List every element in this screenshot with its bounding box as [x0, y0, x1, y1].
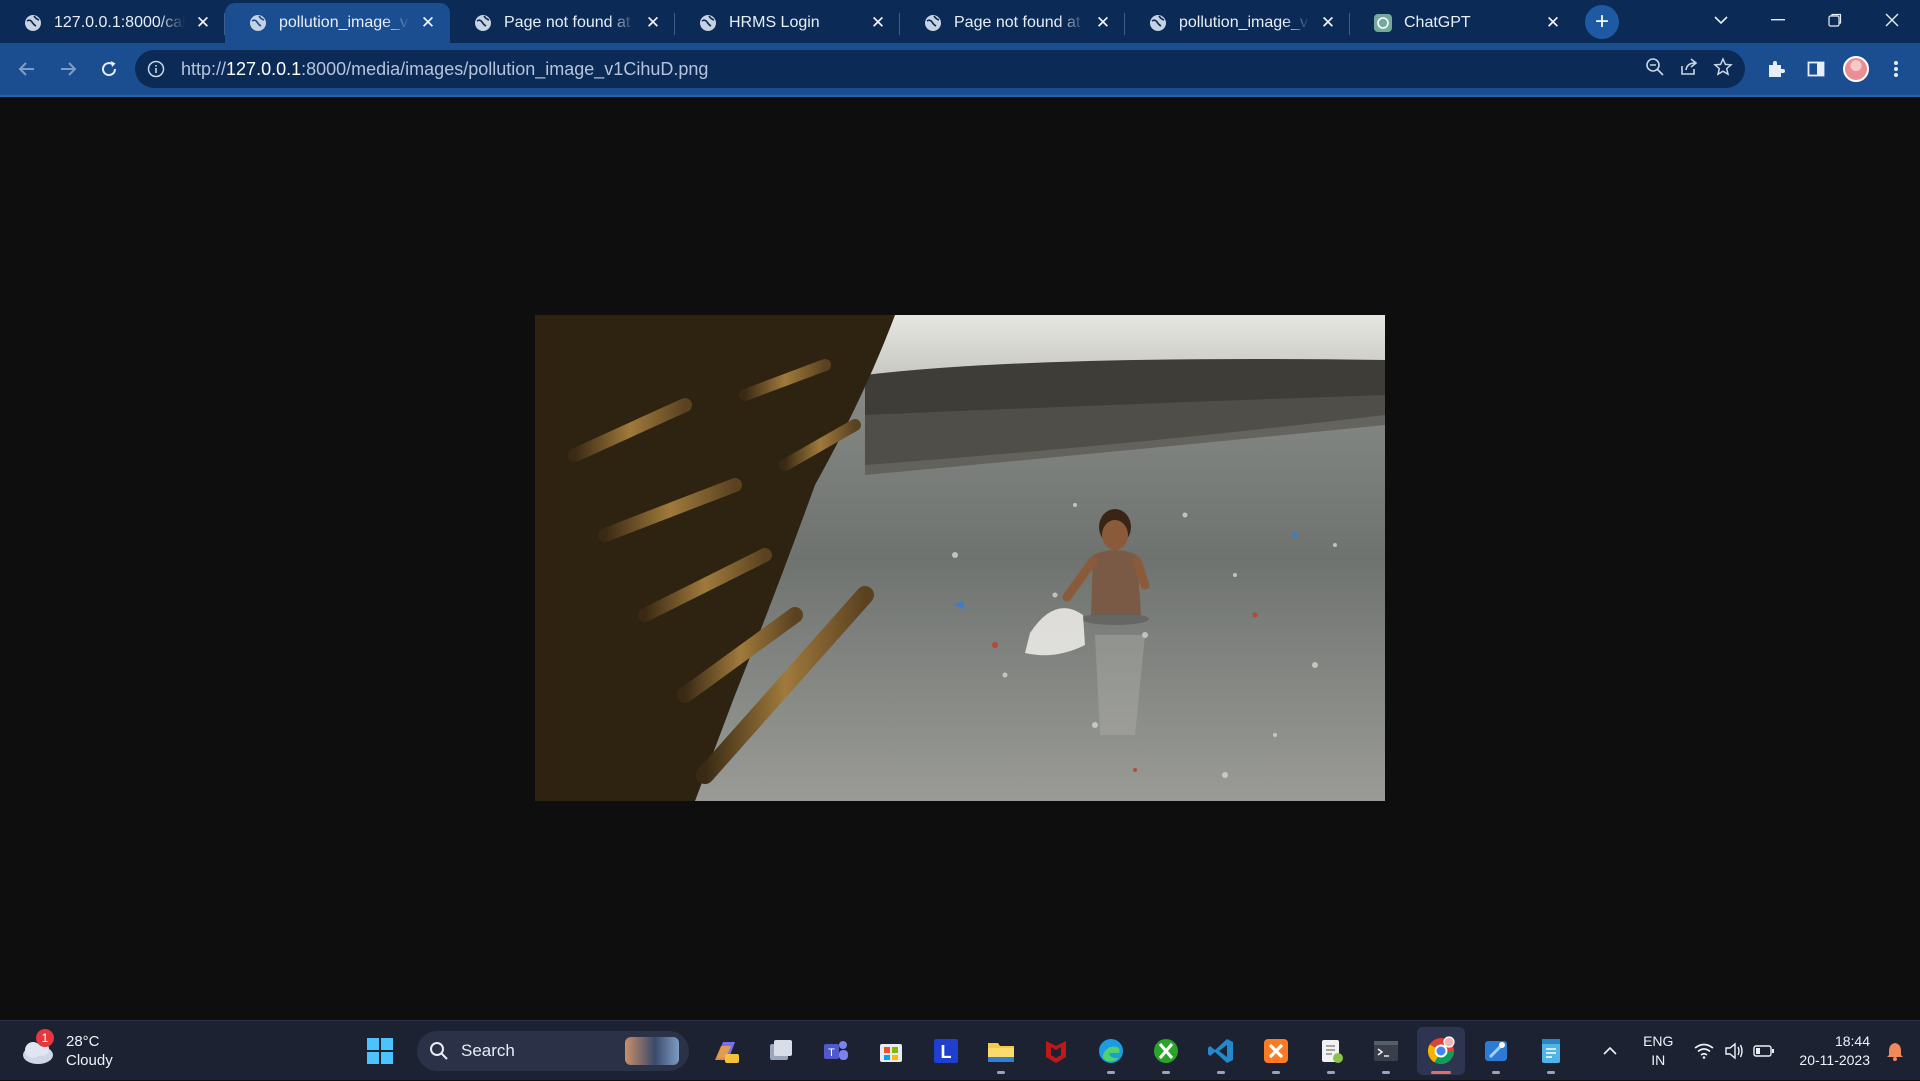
- notepad-icon[interactable]: [1527, 1027, 1575, 1075]
- paint-icon[interactable]: [1472, 1027, 1520, 1075]
- tab-title: pollution_image_v1CihuD.png: [279, 14, 410, 31]
- windows-taskbar: 1 28°C Cloudy Search T L ENG IN 18:44 20…: [0, 1020, 1920, 1080]
- close-window-button[interactable]: [1863, 0, 1920, 40]
- svg-text:T: T: [828, 1047, 835, 1059]
- notification-badge: 1: [36, 1029, 54, 1047]
- language-code: ENG: [1643, 1033, 1674, 1049]
- menu-kebab-icon[interactable]: [1878, 51, 1914, 87]
- language-indicator[interactable]: ENG IN: [1643, 1032, 1673, 1070]
- url-path: :8000/media/images/pollution_image_v1Cih…: [301, 58, 709, 79]
- url-scheme: http://: [181, 58, 227, 79]
- close-tab-icon[interactable]: ✕: [1543, 13, 1563, 33]
- tab-title: Page not found at /media: [954, 14, 1085, 31]
- system-tray: ENG IN 18:44 20-11-2023: [1595, 1021, 1920, 1081]
- weather-widget[interactable]: 1 28°C Cloudy: [20, 1029, 113, 1073]
- extensions-puzzle-icon[interactable]: [1758, 51, 1794, 87]
- side-panel-icon[interactable]: [1798, 51, 1834, 87]
- globe-icon: [1149, 14, 1167, 32]
- search-icon: [430, 1042, 448, 1060]
- edge-icon[interactable]: [1087, 1027, 1135, 1075]
- tab-pollution-image-2[interactable]: pollution_image_v1CihuD.png ✕: [1125, 3, 1350, 43]
- globe-icon: [699, 14, 717, 32]
- terminal-icon[interactable]: [1362, 1027, 1410, 1075]
- teams-icon[interactable]: T: [812, 1027, 860, 1075]
- taskbar-apps: Search T L: [356, 1027, 1575, 1075]
- close-tab-icon[interactable]: ✕: [1093, 13, 1113, 33]
- tab-title: HRMS Login: [729, 14, 820, 31]
- tab-hrms-login[interactable]: HRMS Login ✕: [675, 3, 900, 43]
- clock-time: 18:44: [1834, 1033, 1870, 1049]
- back-button[interactable]: [8, 50, 46, 88]
- tab-title: 127.0.0.1:8000/calendar: [54, 14, 185, 31]
- weather-condition: Cloudy: [66, 1052, 113, 1069]
- l-app-icon[interactable]: L: [922, 1027, 970, 1075]
- mcafee-icon[interactable]: [1032, 1027, 1080, 1075]
- file-explorer-icon[interactable]: [977, 1027, 1025, 1075]
- xampp-icon[interactable]: [1252, 1027, 1300, 1075]
- window-controls: [1692, 0, 1920, 40]
- tab-strip: 127.0.0.1:8000/calendar ✕ pollution_imag…: [0, 0, 1920, 43]
- search-label: Search: [461, 1041, 515, 1060]
- globe-icon: [474, 14, 492, 32]
- clock-date: 20-11-2023: [1799, 1052, 1870, 1068]
- displayed-image[interactable]: [535, 315, 1385, 801]
- tab-page-not-found[interactable]: Page not found at /media ✕: [450, 3, 675, 43]
- toolbar-actions: [1758, 50, 1914, 88]
- notepad-plus-icon[interactable]: [1307, 1027, 1355, 1075]
- close-tab-icon[interactable]: ✕: [868, 13, 888, 33]
- tab-title: Page not found at /media: [504, 14, 635, 31]
- address-bar[interactable]: http://127.0.0.1:8000/media/images/pollu…: [135, 50, 1745, 88]
- task-view-icon[interactable]: [757, 1027, 805, 1075]
- reload-button[interactable]: [90, 50, 128, 88]
- address-bar-actions: [1645, 50, 1733, 88]
- start-button[interactable]: [356, 1027, 404, 1075]
- restore-button[interactable]: [1806, 0, 1863, 40]
- close-tab-icon[interactable]: ✕: [193, 13, 213, 33]
- tab-calendar[interactable]: 127.0.0.1:8000/calendar ✕: [0, 3, 225, 43]
- wifi-icon[interactable]: [1689, 1036, 1719, 1066]
- xbox-icon[interactable]: [1142, 1027, 1190, 1075]
- tab-title: ChatGPT: [1404, 14, 1471, 31]
- share-icon[interactable]: [1679, 57, 1699, 82]
- battery-icon[interactable]: [1749, 1036, 1779, 1066]
- taskbar-search[interactable]: Search: [417, 1031, 689, 1071]
- profile-avatar[interactable]: [1838, 51, 1874, 87]
- browser-toolbar: http://127.0.0.1:8000/media/images/pollu…: [0, 43, 1920, 95]
- chatgpt-icon: [1374, 14, 1392, 32]
- language-region: IN: [1651, 1052, 1666, 1068]
- minimize-button[interactable]: [1749, 0, 1806, 40]
- close-tab-icon[interactable]: ✕: [1318, 13, 1338, 33]
- clock[interactable]: 18:44 20-11-2023: [1799, 1032, 1870, 1070]
- forward-button[interactable]: [49, 50, 87, 88]
- tab-chatgpt[interactable]: ChatGPT ✕: [1350, 3, 1575, 43]
- tab-page-not-found-2[interactable]: Page not found at /media ✕: [900, 3, 1125, 43]
- vscode-icon[interactable]: [1197, 1027, 1245, 1075]
- page-viewport: [0, 97, 1920, 1020]
- notification-bell-icon[interactable]: [1880, 1036, 1910, 1066]
- weather-temperature: 28°C: [66, 1033, 100, 1050]
- cloud-icon: 1: [20, 1029, 56, 1065]
- site-info-icon[interactable]: [147, 60, 169, 78]
- tab-title: pollution_image_v1CihuD.png: [1179, 14, 1310, 31]
- zoom-icon[interactable]: [1645, 57, 1665, 82]
- search-highlight-icon: [625, 1037, 679, 1065]
- new-tab-button[interactable]: +: [1585, 5, 1619, 39]
- show-hidden-icons-chevron-icon[interactable]: [1595, 1036, 1625, 1066]
- volume-icon[interactable]: [1719, 1036, 1749, 1066]
- globe-icon: [249, 14, 267, 32]
- globe-icon: [24, 14, 42, 32]
- close-tab-icon[interactable]: ✕: [418, 13, 438, 33]
- copilot-icon[interactable]: [702, 1027, 750, 1075]
- tab-pollution-image[interactable]: pollution_image_v1CihuD.png ✕: [225, 3, 450, 43]
- url-host: 127.0.0.1: [226, 58, 302, 79]
- tab-search-chevron-icon[interactable]: [1692, 0, 1749, 40]
- svg-text:L: L: [941, 1042, 952, 1062]
- store-icon[interactable]: [867, 1027, 915, 1075]
- close-tab-icon[interactable]: ✕: [643, 13, 663, 33]
- bookmark-star-icon[interactable]: [1713, 56, 1733, 82]
- chrome-icon[interactable]: [1417, 1027, 1465, 1075]
- globe-icon: [924, 14, 942, 32]
